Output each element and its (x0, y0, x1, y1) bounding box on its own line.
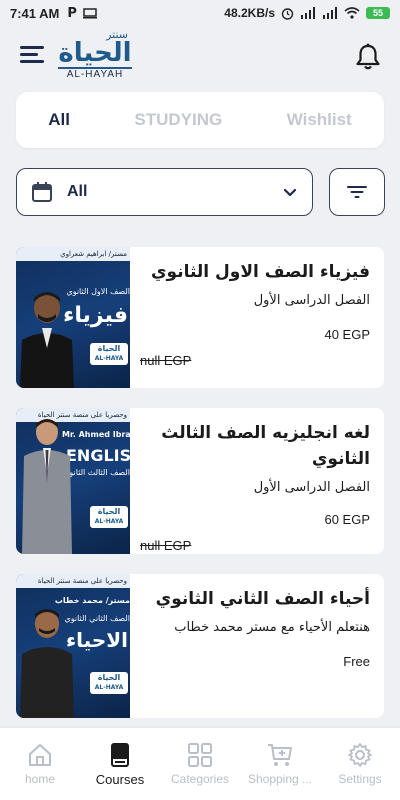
nav-label: Courses (95, 772, 145, 787)
course-card[interactable]: وحصريا على منصة سنتر الحياة Mr. Ahmed Ib… (16, 408, 384, 554)
course-title: لغه انجليزيه الصف الثالث الثانوي (161, 423, 370, 469)
status-left-icons: P (67, 6, 97, 21)
course-price: Free (343, 654, 370, 669)
chevron-down-icon (283, 188, 297, 197)
course-subtitle: هنتعلم الأحياء مع مستر محمد خطاب (174, 620, 370, 635)
tab-studying[interactable]: STUDYING (134, 110, 222, 130)
cart-icon (268, 744, 292, 766)
menu-line (20, 60, 44, 63)
screen-icon (82, 7, 97, 18)
course-title: أحياء الصف الثاني الثانوي (155, 589, 370, 609)
book-icon (111, 743, 129, 767)
course-thumbnail: مستر/ ابراهيم شعراوي الصف الاول الثانوي … (16, 247, 130, 388)
thumb-teacher-text: مستر/ ابراهيم شعراوي (16, 247, 130, 261)
course-info: لغه انجليزيه الصف الثالث الثانوي الفصل ا… (130, 408, 384, 554)
p-icon: P (67, 5, 77, 21)
thumb-logo: الحياة AL-HAYA (90, 672, 128, 694)
course-info: فيزياء الصف الاول الثانوي الفصل الدراسى … (130, 247, 384, 388)
battery-icon: 55 (366, 7, 390, 19)
filter-icon (347, 186, 367, 198)
course-price: 40 EGP (324, 327, 370, 342)
nav-categories[interactable]: Categories (160, 742, 240, 786)
tab-all[interactable]: All (48, 110, 70, 130)
status-time: 7:41 AM (10, 5, 60, 21)
course-price: 60 EGP (324, 512, 370, 527)
nav-courses[interactable]: Courses (80, 742, 160, 787)
bottom-navigation: home Courses Categories Shopping ... Set… (0, 728, 400, 800)
app-header: سنتر الحياة AL-HAYAH (0, 26, 400, 90)
network-speed: 48.2KB/s (224, 6, 275, 20)
course-card[interactable]: مستر/ ابراهيم شعراوي الصف الاول الثانوي … (16, 247, 384, 388)
notification-bell-icon[interactable] (354, 42, 382, 72)
thumb-logo: الحياة AL-HAYA (90, 506, 128, 528)
app-logo: سنتر الحياة AL-HAYAH (58, 28, 132, 86)
sort-filter-button[interactable] (329, 168, 385, 216)
logo-english-text: AL-HAYAH (58, 67, 132, 80)
teacher-photo (22, 419, 72, 554)
course-thumbnail: وحصريا على منصة سنتر الحياة Mr. Ahmed Ib… (16, 408, 130, 554)
nav-shopping[interactable]: Shopping ... (240, 742, 320, 786)
thumb-banner-text: وحصريا على منصة سنتر الحياة (16, 574, 130, 588)
thumb-logo: الحياة AL-HAYA (90, 343, 128, 365)
signal-icon (301, 7, 315, 19)
home-icon (29, 744, 51, 766)
wifi-icon (344, 7, 360, 19)
course-tabs: All STUDYING Wishlist (16, 92, 384, 148)
course-old-price: null EGP (140, 353, 192, 368)
nav-settings[interactable]: Settings (320, 742, 400, 786)
dropdown-selected-value: All (67, 183, 88, 200)
calendar-icon (32, 182, 52, 202)
gear-icon (348, 743, 372, 767)
tab-wishlist[interactable]: Wishlist (287, 110, 352, 130)
nav-label: Settings (338, 772, 382, 786)
teacher-photo (20, 609, 74, 718)
nav-label: Categories (170, 772, 230, 786)
course-subtitle: الفصل الدراسى الأول (253, 480, 370, 495)
course-thumbnail: وحصريا على منصة سنتر الحياة مستر/ محمد خ… (16, 574, 130, 718)
signal-icon-2 (323, 7, 337, 19)
nav-label: Shopping ... (247, 772, 313, 786)
status-bar: 7:41 AM P 48.2KB/s 55 (0, 0, 400, 26)
date-filter-dropdown[interactable]: All (16, 168, 313, 216)
grid-icon (188, 743, 212, 767)
status-right: 48.2KB/s 55 (224, 6, 390, 20)
menu-button[interactable] (20, 44, 46, 64)
course-card[interactable]: وحصريا على منصة سنتر الحياة مستر/ محمد خ… (16, 574, 384, 718)
menu-line (20, 53, 38, 56)
course-old-price: null EGP (140, 538, 192, 553)
nav-home[interactable]: home (0, 742, 80, 786)
logo-arabic-text: الحياة (58, 38, 132, 68)
teacher-photo (20, 292, 74, 388)
menu-line (20, 46, 44, 49)
course-title: فيزياء الصف الاول الثانوي (150, 262, 370, 282)
course-info: أحياء الصف الثاني الثانوي هنتعلم الأحياء… (130, 574, 384, 718)
course-subtitle: الفصل الدراسى الأول (253, 293, 370, 308)
alarm-icon (281, 7, 294, 20)
nav-label: home (24, 772, 56, 786)
